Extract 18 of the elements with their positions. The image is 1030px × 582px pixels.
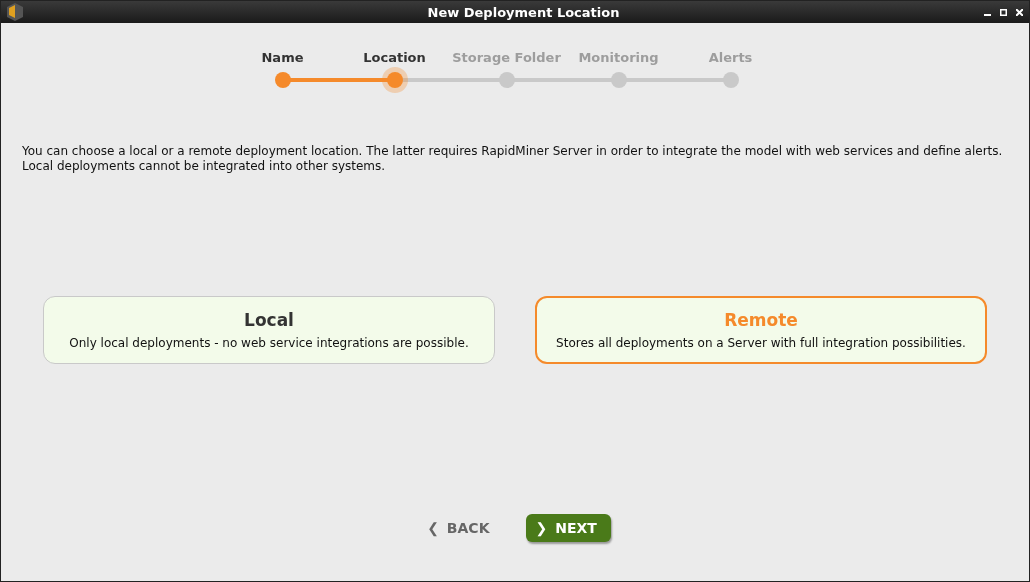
option-title: Local <box>244 310 294 330</box>
step-label: Location <box>363 50 426 67</box>
description-text: You can choose a local or a remote deployment location. The latter requires RapidMiner Server in order to integrate the model with web services and define alerts. Local deployments cannot be integrated into other systems. <box>22 144 1004 174</box>
step-label: Storage Folder <box>452 50 561 67</box>
step-label: Monitoring <box>578 50 659 67</box>
option-description: Stores all deployments on a Server with full integration possibilities. <box>556 336 966 350</box>
option-title: Remote <box>724 310 798 330</box>
option-card[interactable]: Remote Stores all deployments on a Server with full integration possibilities. <box>535 296 987 364</box>
option-description: Only local deployments - no web service integrations are possible. <box>69 336 469 350</box>
window-title: New Deployment Location <box>426 4 620 20</box>
next-button[interactable]: ❯ NEXT <box>525 514 611 542</box>
step-label: Alerts <box>708 50 753 67</box>
app-logo-icon <box>7 3 23 21</box>
step-label: Name <box>261 50 304 67</box>
back-button[interactable]: ❮ BACK <box>417 514 504 542</box>
close-icon[interactable] <box>1016 8 1023 16</box>
option-card[interactable]: Local Only local deployments - no web service integrations are possible. <box>43 296 495 364</box>
maximize-icon[interactable] <box>1000 8 1007 16</box>
